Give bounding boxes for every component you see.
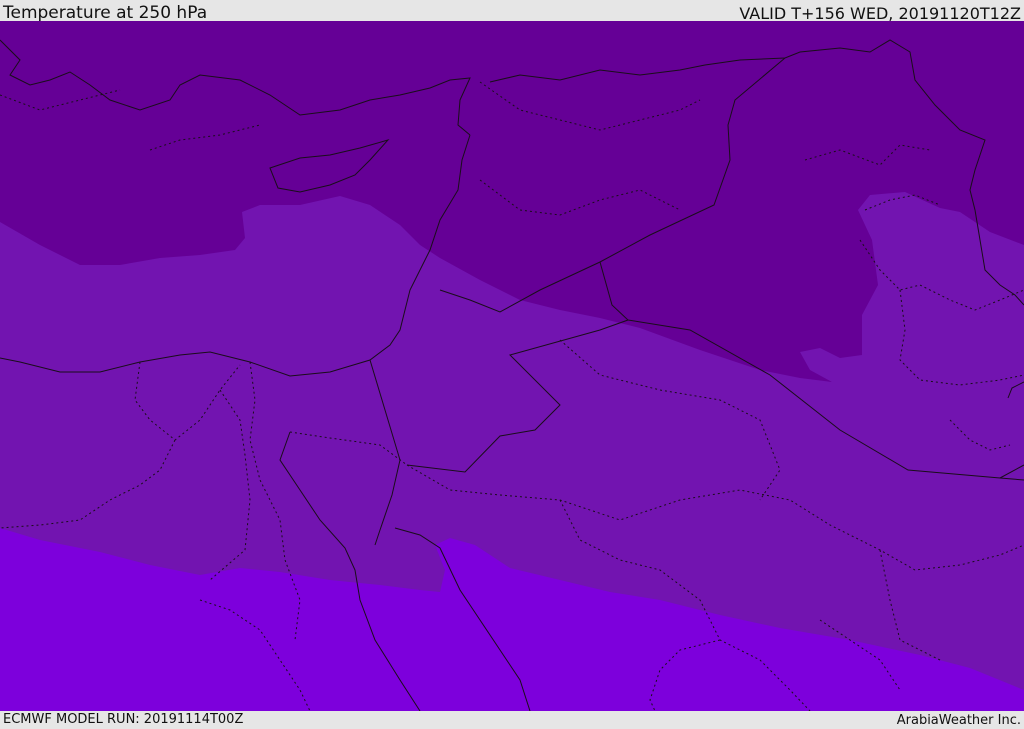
map-title: Temperature at 250 hPa (3, 3, 208, 23)
title-bar: Temperature at 250 hPa VALID T+156 WED, … (0, 0, 1024, 23)
temperature-map (0, 21, 1024, 711)
footer-bar: ECMWF MODEL RUN: 20191114T00Z ArabiaWeat… (0, 711, 1024, 729)
model-run-label: ECMWF MODEL RUN: 20191114T00Z (3, 712, 244, 727)
map-canvas (0, 21, 1024, 711)
credit-label: ArabiaWeather Inc. (896, 713, 1021, 728)
